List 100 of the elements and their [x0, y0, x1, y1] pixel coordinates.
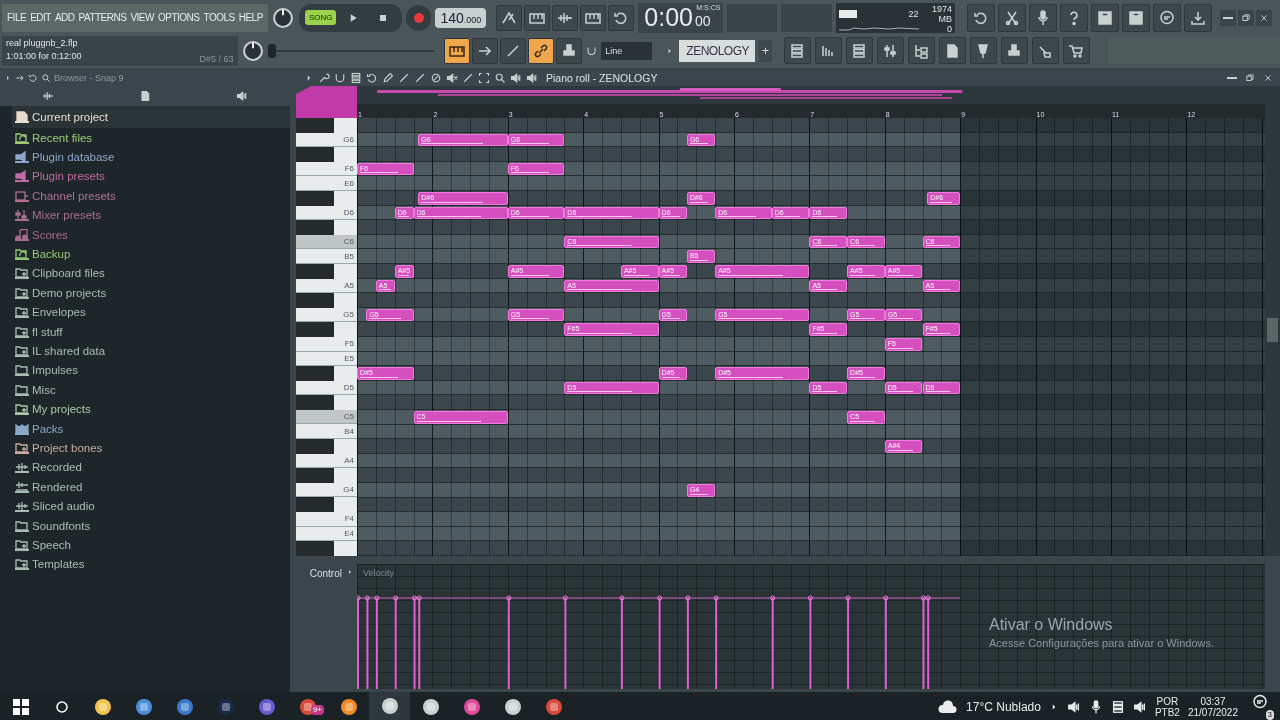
project-file: real pluggnb_2.flp	[6, 37, 79, 50]
list-icon	[851, 42, 868, 59]
browser-item[interactable]: fl stuff	[12, 321, 290, 342]
snap-dropdown[interactable]: Line	[601, 41, 652, 60]
toolbar-button[interactable]	[496, 4, 523, 31]
tempo-field[interactable]: 140.000	[435, 7, 487, 28]
toolbar-button[interactable]	[876, 37, 904, 64]
folder-link-icon	[15, 441, 29, 454]
taskbar-app[interactable]	[369, 692, 410, 720]
tool-button[interactable]	[500, 37, 527, 64]
browser-item[interactable]: Channel presets	[12, 186, 290, 206]
tool-button[interactable]	[444, 37, 471, 64]
toolbar-button[interactable]	[580, 4, 607, 31]
taskbar-app[interactable]: 9+	[287, 692, 328, 720]
browser-item[interactable]: Plugin database	[12, 147, 290, 167]
toolbar-button[interactable]	[552, 4, 579, 31]
browser-item[interactable]: Project bones	[12, 438, 290, 458]
browser-item[interactable]: Clipboard files	[12, 263, 290, 284]
menu-item[interactable]: ADD	[54, 12, 75, 23]
close-button[interactable]	[1256, 9, 1272, 26]
toolbar-button[interactable]	[1091, 3, 1119, 32]
control-target[interactable]: Velocity	[363, 568, 395, 578]
toolbar-button[interactable]	[907, 37, 935, 64]
browser-item[interactable]: Misc	[12, 380, 290, 400]
piano-key[interactable]	[296, 497, 334, 513]
control-label[interactable]: Control	[309, 568, 342, 579]
menu-item[interactable]: OPTIONS	[157, 12, 200, 23]
browser-item[interactable]: Current project	[12, 106, 290, 128]
toolbar-button[interactable]	[608, 4, 635, 31]
song-mode-button[interactable]: SONG	[304, 10, 337, 25]
browser-item[interactable]: IL shared data	[12, 341, 290, 361]
toolbar-button[interactable]	[1122, 3, 1150, 32]
toolbar-button[interactable]	[524, 4, 551, 31]
toolbar-button[interactable]	[1184, 3, 1212, 32]
browser-item[interactable]: My projects	[12, 399, 290, 419]
menu-item[interactable]: FILE	[7, 12, 27, 23]
toolbar-button[interactable]	[1153, 3, 1181, 32]
browser-item[interactable]: Sliced audio	[12, 496, 290, 516]
browser-item[interactable]: Packs	[12, 418, 290, 439]
browser-item[interactable]: Impulses	[12, 360, 290, 381]
browser-item[interactable]: Recent files	[12, 128, 290, 148]
browser-item[interactable]: Scores	[12, 224, 290, 245]
toolbar-button[interactable]	[783, 37, 811, 64]
knob-icon	[241, 39, 264, 62]
piano-key[interactable]: C5	[296, 409, 357, 425]
tool-button[interactable]	[472, 37, 499, 64]
memory-value: 1974 MB	[930, 3, 952, 24]
toolbar-button[interactable]	[969, 37, 997, 64]
browser-item[interactable]: Mixer presets	[12, 205, 290, 225]
browser-item[interactable]: Speech	[12, 535, 290, 555]
menu-item[interactable]: PATTERNS	[78, 12, 127, 23]
browser-item[interactable]: Rendered	[12, 477, 290, 497]
clock[interactable]: 03:37 21/07/2022	[1187, 696, 1238, 718]
menu-item[interactable]: VIEW	[130, 12, 154, 23]
browser-item[interactable]: Recorded	[12, 457, 290, 478]
notification-button[interactable]: 3	[1246, 694, 1274, 720]
browser-item[interactable]: Backup	[12, 244, 290, 264]
velocity-lane[interactable]: Velocity Ativar o Windows Acesse Configurações para ativar o Windows.	[357, 564, 1265, 689]
browser-item[interactable]: Plugin presets	[12, 166, 290, 187]
tool-button[interactable]	[446, 72, 458, 84]
toolbar-button[interactable]	[1031, 37, 1059, 64]
restore-button[interactable]	[1238, 9, 1254, 26]
toolbar-button[interactable]	[1062, 37, 1090, 64]
tool-button[interactable]	[494, 72, 506, 84]
menu-item[interactable]: HELP	[238, 12, 263, 23]
app-icon	[256, 697, 277, 717]
menu-item[interactable]: TOOLS	[203, 12, 235, 23]
browser-item[interactable]: Envelopes	[12, 302, 290, 322]
toolbar-button[interactable]	[814, 37, 842, 64]
tool-button[interactable]	[528, 37, 555, 64]
record-button[interactable]	[406, 4, 432, 31]
toolbar-button[interactable]	[938, 37, 966, 64]
weather-text[interactable]: 17°C Nublado	[966, 700, 1041, 714]
toolbar-button[interactable]	[845, 37, 873, 64]
toolbar-button[interactable]	[967, 3, 995, 32]
tool-button[interactable]	[350, 72, 362, 84]
scroll-thumb[interactable]	[1267, 318, 1278, 342]
minimize-button[interactable]	[1220, 9, 1236, 26]
master-slider[interactable]	[267, 43, 435, 58]
language-indicator[interactable]: POR PTB2	[1154, 696, 1180, 718]
browser-item[interactable]: Soundfonts	[12, 515, 290, 536]
tool-button[interactable]	[510, 72, 522, 84]
tool-button[interactable]	[556, 37, 583, 64]
toolbar-button[interactable]	[1060, 3, 1088, 32]
toolbar-button[interactable]	[1000, 37, 1028, 64]
document-icon	[15, 111, 29, 123]
browser-item[interactable]: Templates	[12, 554, 290, 574]
channel-selector[interactable]: ZENOLOGY	[678, 39, 755, 62]
save-icon	[1097, 9, 1113, 26]
piano-key[interactable]: C6	[296, 234, 357, 250]
activation-title: Ativar o Windows	[989, 616, 1114, 634]
add-channel-button[interactable]: +	[759, 39, 772, 62]
browser-item[interactable]: Demo projects	[12, 283, 290, 303]
menu-item[interactable]: EDIT	[30, 12, 51, 23]
app-icon	[461, 697, 482, 717]
slider-thumb[interactable]	[267, 43, 276, 58]
toolbar-button[interactable]	[998, 3, 1026, 32]
toolbar-button[interactable]	[1029, 3, 1057, 32]
stamp-icon	[1006, 42, 1023, 59]
scrollbar[interactable]	[1265, 86, 1280, 556]
